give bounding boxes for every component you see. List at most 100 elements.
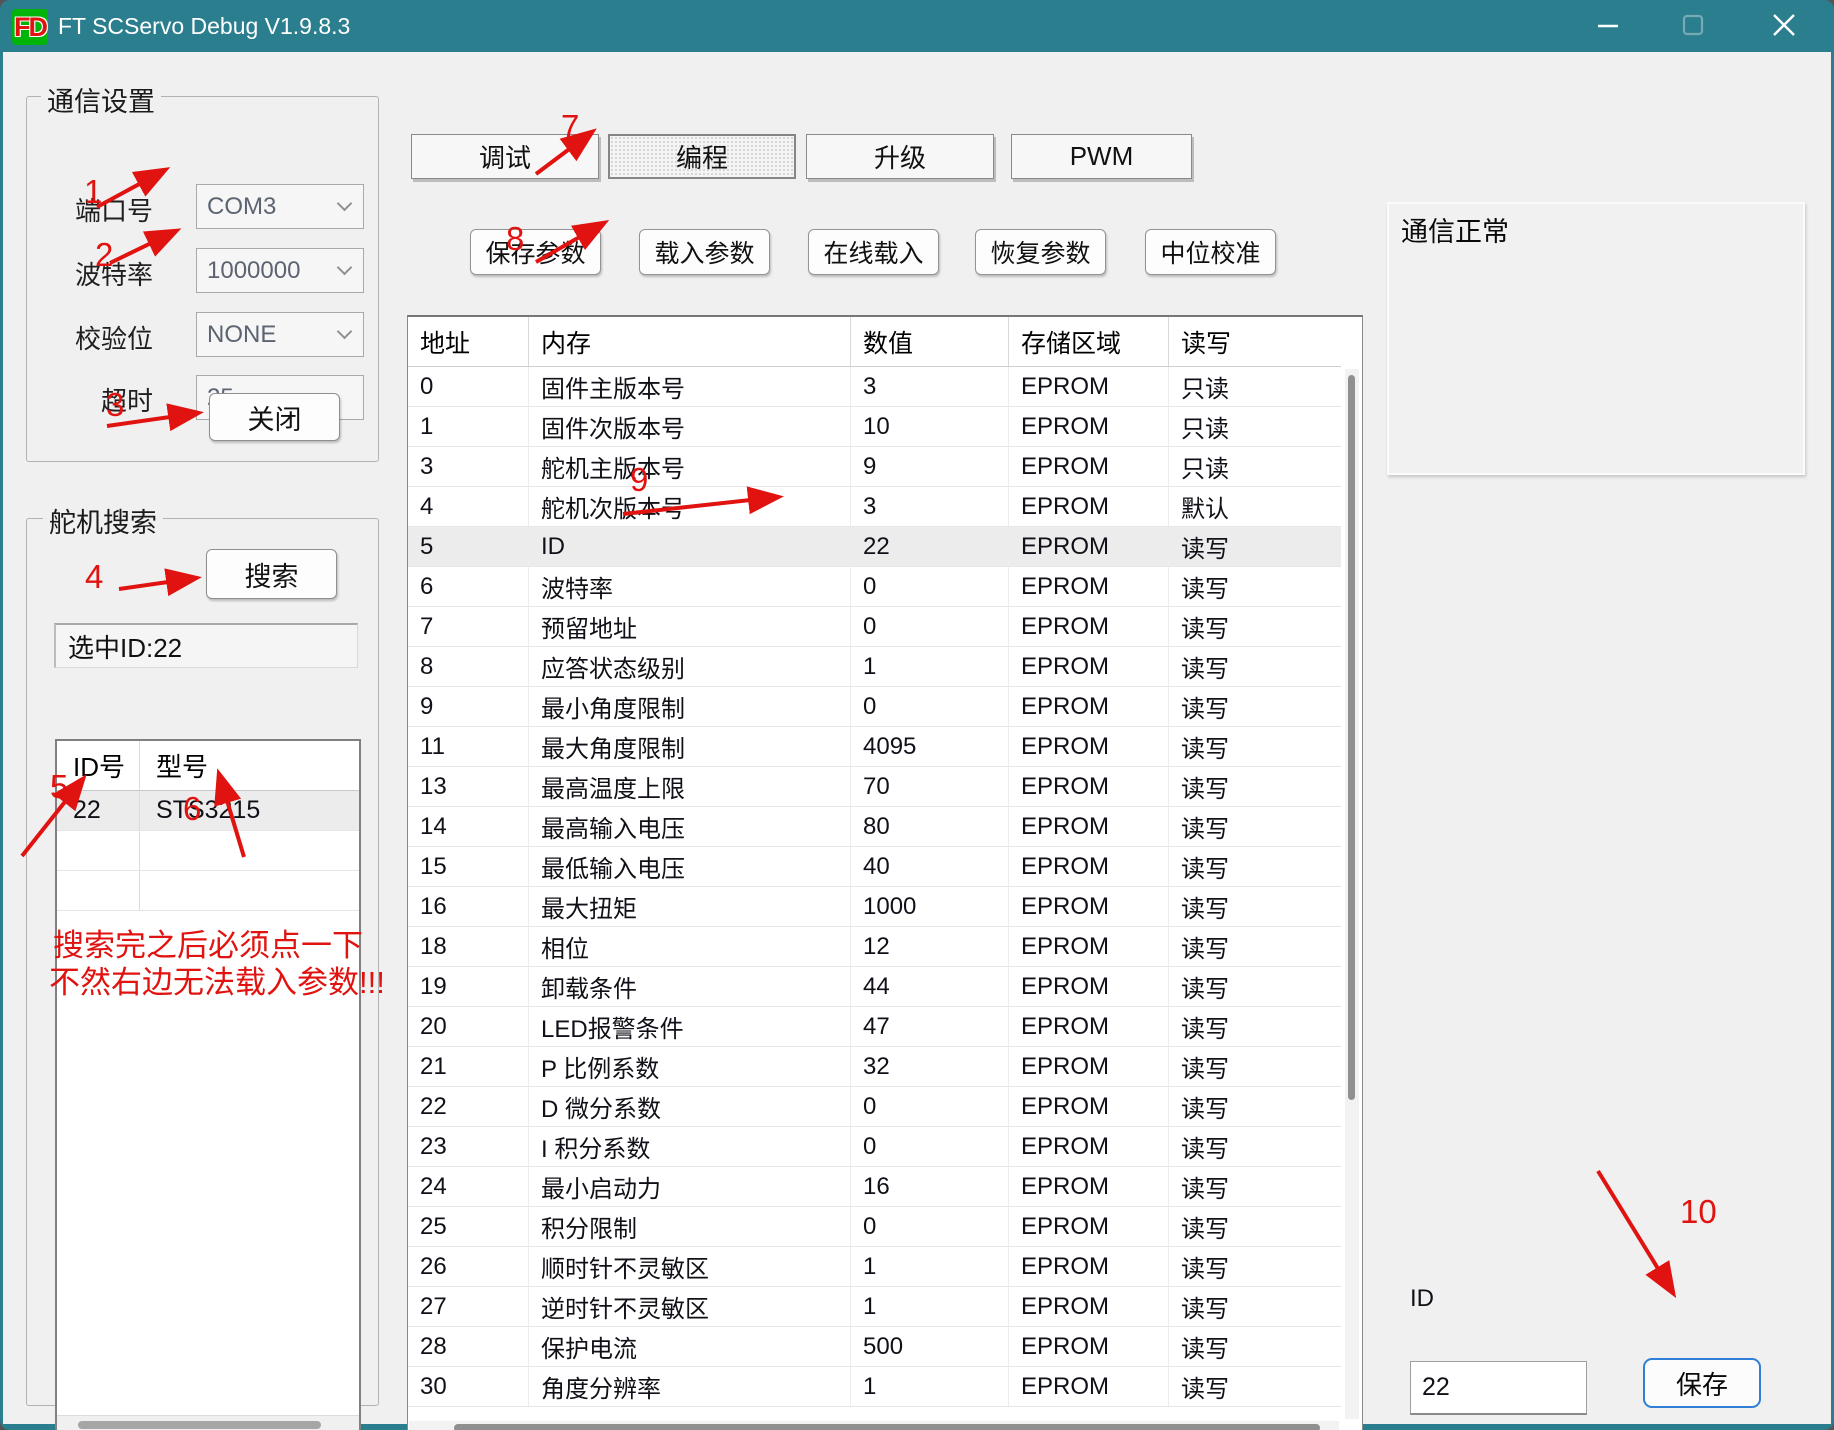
servo-list-row[interactable]: 22STS3215 bbox=[57, 791, 359, 831]
memory-table-vscroll-thumb[interactable] bbox=[1348, 375, 1355, 1100]
minimize-button[interactable] bbox=[1579, 0, 1637, 50]
servo-list-hscrollbar[interactable] bbox=[57, 1415, 359, 1430]
memory-row[interactable]: 1固件次版本号10EPROM只读 bbox=[408, 407, 1341, 447]
memory-cell: EPROM bbox=[1009, 1047, 1169, 1086]
memory-cell: EPROM bbox=[1009, 487, 1169, 526]
memory-cell: 0 bbox=[851, 567, 1009, 606]
memory-cell: 默认 bbox=[1169, 487, 1341, 526]
memory-cell: 0 bbox=[851, 687, 1009, 726]
memory-cell: 最高温度上限 bbox=[529, 767, 851, 806]
memory-row[interactable]: 4舵机次版本号3EPROM默认 bbox=[408, 487, 1341, 527]
memory-cell: 11 bbox=[408, 727, 529, 766]
memory-row[interactable]: 8应答状态级别1EPROM读写 bbox=[408, 647, 1341, 687]
memory-cell: 8 bbox=[408, 647, 529, 686]
memory-row[interactable]: 20LED报警条件47EPROM读写 bbox=[408, 1007, 1341, 1047]
param-button-1[interactable]: 保存参数 bbox=[470, 229, 601, 275]
id-label: ID bbox=[1410, 1285, 1434, 1313]
memory-cell: 舵机次版本号 bbox=[529, 487, 851, 526]
memory-row[interactable]: 30角度分辨率1EPROM读写 bbox=[408, 1367, 1341, 1407]
memory-cell: 0 bbox=[851, 1207, 1009, 1246]
memory-cell: 14 bbox=[408, 807, 529, 846]
memory-cell: 4 bbox=[408, 487, 529, 526]
memory-cell: 读写 bbox=[1169, 607, 1341, 646]
close-icon bbox=[1772, 13, 1796, 37]
memory-table-vscrollbar[interactable] bbox=[1345, 369, 1359, 1419]
memory-cell: 6 bbox=[408, 567, 529, 606]
memory-row[interactable]: 0固件主版本号3EPROM只读 bbox=[408, 367, 1341, 407]
close-button[interactable] bbox=[1755, 0, 1813, 50]
memory-cell: EPROM bbox=[1009, 887, 1169, 926]
annotation-number-5: 5 bbox=[50, 770, 68, 803]
param-button-5[interactable]: 中位校准 bbox=[1145, 229, 1276, 275]
servo-list-empty-cell bbox=[57, 831, 140, 870]
memory-cell: 1000 bbox=[851, 887, 1009, 926]
memory-cell: 逆时针不灵敏区 bbox=[529, 1287, 851, 1326]
annotation-number-4: 4 bbox=[85, 560, 103, 593]
field-label-parity-select: 校验位 bbox=[41, 319, 153, 356]
memory-row[interactable]: 16最大扭矩1000EPROM读写 bbox=[408, 887, 1341, 927]
maximize-icon bbox=[1682, 14, 1704, 36]
memory-row[interactable]: 13最高温度上限70EPROM读写 bbox=[408, 767, 1341, 807]
memory-cell: 22 bbox=[851, 527, 1009, 566]
memory-cell: EPROM bbox=[1009, 767, 1169, 806]
memory-row[interactable]: 3舵机主版本号9EPROM只读 bbox=[408, 447, 1341, 487]
tab-PWM[interactable]: PWM bbox=[1011, 134, 1192, 179]
memory-row[interactable]: 15最低输入电压40EPROM读写 bbox=[408, 847, 1341, 887]
memory-row[interactable]: 24最小启动力16EPROM读写 bbox=[408, 1167, 1341, 1207]
memory-row[interactable]: 28保护电流500EPROM读写 bbox=[408, 1327, 1341, 1367]
memory-row[interactable]: 5ID22EPROM读写 bbox=[408, 527, 1341, 567]
memory-cell: 最小启动力 bbox=[529, 1167, 851, 1206]
memory-cell: D 微分系数 bbox=[529, 1087, 851, 1126]
memory-cell: EPROM bbox=[1009, 567, 1169, 606]
close-port-button[interactable]: 关闭 bbox=[209, 393, 340, 441]
annotation-number-10: 10 bbox=[1680, 1195, 1717, 1228]
memory-row[interactable]: 11最大角度限制4095EPROM读写 bbox=[408, 727, 1341, 767]
memory-row[interactable]: 14最高输入电压80EPROM读写 bbox=[408, 807, 1341, 847]
port-select[interactable]: COM3 bbox=[196, 184, 364, 229]
memory-row[interactable]: 21P 比例系数32EPROM读写 bbox=[408, 1047, 1341, 1087]
memory-row[interactable]: 25积分限制0EPROM读写 bbox=[408, 1207, 1341, 1247]
memory-cell: EPROM bbox=[1009, 1127, 1169, 1166]
memory-cell: EPROM bbox=[1009, 1007, 1169, 1046]
tab-编程[interactable]: 编程 bbox=[608, 134, 796, 179]
memory-table-hscroll-thumb[interactable] bbox=[454, 1424, 1320, 1430]
save-button[interactable]: 保存 bbox=[1643, 1358, 1761, 1408]
memory-row[interactable]: 23I 积分系数0EPROM读写 bbox=[408, 1127, 1341, 1167]
param-button-2[interactable]: 载入参数 bbox=[639, 229, 770, 275]
memory-cell: 读写 bbox=[1169, 1167, 1341, 1206]
memory-cell: 5 bbox=[408, 527, 529, 566]
id-input[interactable]: 22 bbox=[1410, 1361, 1587, 1415]
search-button[interactable]: 搜索 bbox=[206, 549, 337, 599]
memory-cell: 读写 bbox=[1169, 527, 1341, 566]
memory-cell: EPROM bbox=[1009, 1327, 1169, 1366]
comm-settings-group: 通信设置 端口号COM3波特率1000000校验位NONE超时25 关闭 bbox=[26, 96, 379, 462]
memory-cell: 舵机主版本号 bbox=[529, 447, 851, 486]
memory-cell: 70 bbox=[851, 767, 1009, 806]
memory-row[interactable]: 26顺时针不灵敏区1EPROM读写 bbox=[408, 1247, 1341, 1287]
memory-cell: 47 bbox=[851, 1007, 1009, 1046]
maximize-button[interactable] bbox=[1664, 0, 1722, 50]
memory-cell: 22 bbox=[408, 1087, 529, 1126]
memory-row[interactable]: 9最小角度限制0EPROM读写 bbox=[408, 687, 1341, 727]
memory-row[interactable]: 7预留地址0EPROM读写 bbox=[408, 607, 1341, 647]
memory-cell: 15 bbox=[408, 847, 529, 886]
memory-row[interactable]: 18相位12EPROM读写 bbox=[408, 927, 1341, 967]
servo-list-hscroll-thumb[interactable] bbox=[78, 1421, 321, 1429]
param-button-4[interactable]: 恢复参数 bbox=[975, 229, 1106, 275]
memory-cell: EPROM bbox=[1009, 687, 1169, 726]
memory-row[interactable]: 19卸载条件44EPROM读写 bbox=[408, 967, 1341, 1007]
memory-cell: 应答状态级别 bbox=[529, 647, 851, 686]
memory-table-hscrollbar[interactable] bbox=[409, 1421, 1339, 1430]
memory-cell: 28 bbox=[408, 1327, 529, 1366]
memory-row[interactable]: 22D 微分系数0EPROM读写 bbox=[408, 1087, 1341, 1127]
baudrate-select[interactable]: 1000000 bbox=[196, 248, 364, 293]
memory-cell: 读写 bbox=[1169, 927, 1341, 966]
memory-cell: 读写 bbox=[1169, 687, 1341, 726]
param-button-3[interactable]: 在线载入 bbox=[808, 229, 939, 275]
tab-升级[interactable]: 升级 bbox=[806, 134, 994, 179]
status-text: 通信正常 bbox=[1401, 210, 1509, 249]
memory-cell: EPROM bbox=[1009, 527, 1169, 566]
memory-row[interactable]: 6波特率0EPROM读写 bbox=[408, 567, 1341, 607]
parity-select[interactable]: NONE bbox=[196, 312, 364, 357]
memory-row[interactable]: 27逆时针不灵敏区1EPROM读写 bbox=[408, 1287, 1341, 1327]
